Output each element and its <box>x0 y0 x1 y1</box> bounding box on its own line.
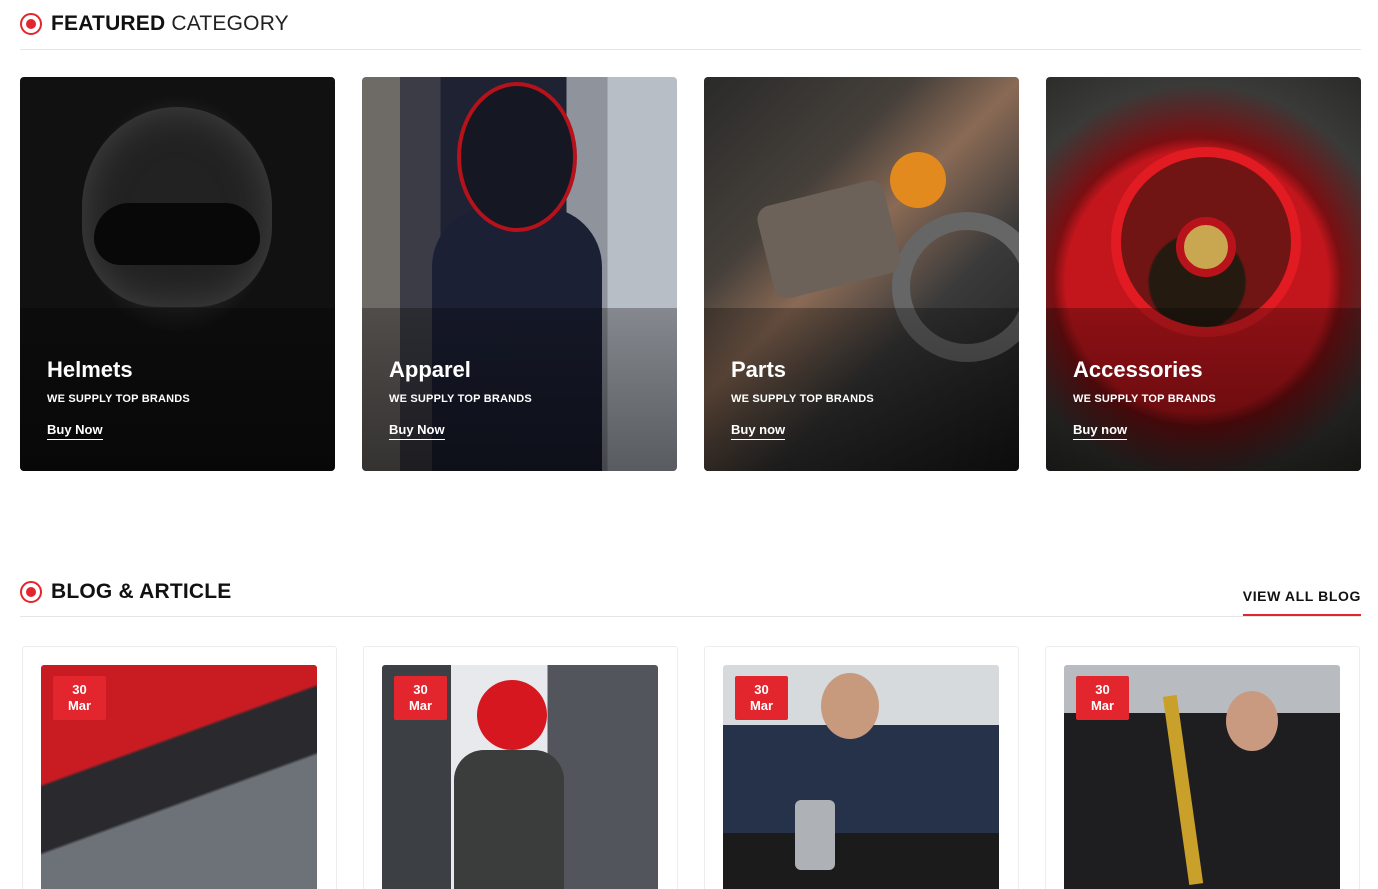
brake-caliper-image <box>754 177 904 302</box>
date-month: Mar <box>67 698 92 713</box>
category-name: Apparel <box>389 357 471 382</box>
date-badge: 30 Mar <box>53 676 106 720</box>
featured-category-header: FEATURED CATEGORY <box>20 0 1361 50</box>
date-day: 30 <box>413 682 428 697</box>
featured-category-title: FEATURED CATEGORY <box>20 12 289 36</box>
blog-thumbnail[interactable]: 30 Mar <box>41 665 317 889</box>
buy-now-link[interactable]: Buy now <box>731 422 786 440</box>
blog-article-title: BLOG & ARTICLE <box>20 580 232 604</box>
date-month: Mar <box>749 698 774 713</box>
category-card-apparel[interactable]: Apparel WE SUPPLY TOP BRANDS Buy Now <box>362 77 677 471</box>
date-day: 30 <box>72 682 87 697</box>
date-month: Mar <box>1090 698 1115 713</box>
blog-card[interactable]: 30 Mar <box>1045 646 1360 889</box>
date-day: 30 <box>754 682 769 697</box>
category-subtitle: WE SUPPLY TOP BRANDS <box>1073 393 1216 405</box>
rider-helmet-image <box>457 82 577 232</box>
date-month: Mar <box>408 698 433 713</box>
category-subtitle: WE SUPPLY TOP BRANDS <box>389 393 532 405</box>
category-subtitle: WE SUPPLY TOP BRANDS <box>47 393 190 405</box>
date-day: 30 <box>1095 682 1110 697</box>
category-card-accessories[interactable]: Accessories WE SUPPLY TOP BRANDS Buy now <box>1046 77 1361 471</box>
buy-now-link[interactable]: Buy Now <box>389 422 445 440</box>
date-badge: 30 Mar <box>394 676 447 720</box>
blog-card[interactable]: 30 Mar <box>363 646 678 889</box>
record-dot-icon <box>20 13 42 35</box>
category-card-parts[interactable]: Parts WE SUPPLY TOP BRANDS Buy now <box>704 77 1019 471</box>
buy-now-link[interactable]: Buy Now <box>47 422 103 440</box>
view-all-blog-link[interactable]: VIEW ALL BLOG <box>1242 588 1361 616</box>
record-dot-icon <box>20 581 42 603</box>
blog-thumbnail[interactable]: 30 Mar <box>382 665 658 889</box>
featured-title-light: CATEGORY <box>171 12 289 35</box>
category-name: Helmets <box>47 357 133 382</box>
reflector-image <box>890 152 946 208</box>
category-card-helmets[interactable]: Helmets WE SUPPLY TOP BRANDS Buy Now <box>20 77 335 471</box>
helmet-image <box>82 107 272 307</box>
category-name: Accessories <box>1073 357 1203 382</box>
date-badge: 30 Mar <box>1076 676 1129 720</box>
blog-title-text: BLOG & ARTICLE <box>51 580 232 603</box>
blog-card[interactable]: 30 Mar <box>22 646 337 889</box>
blog-thumbnail[interactable]: 30 Mar <box>1064 665 1340 889</box>
buy-now-link[interactable]: Buy now <box>1073 422 1128 440</box>
blog-article-header: BLOG & ARTICLE VIEW ALL BLOG <box>20 567 1361 617</box>
category-name: Parts <box>731 357 787 382</box>
category-subtitle: WE SUPPLY TOP BRANDS <box>731 393 874 405</box>
blog-thumbnail[interactable]: 30 Mar <box>723 665 999 889</box>
date-badge: 30 Mar <box>735 676 788 720</box>
clutch-hub-image <box>1176 217 1236 277</box>
blog-card[interactable]: 30 Mar <box>704 646 1019 889</box>
featured-title-bold: FEATURED <box>51 12 166 35</box>
